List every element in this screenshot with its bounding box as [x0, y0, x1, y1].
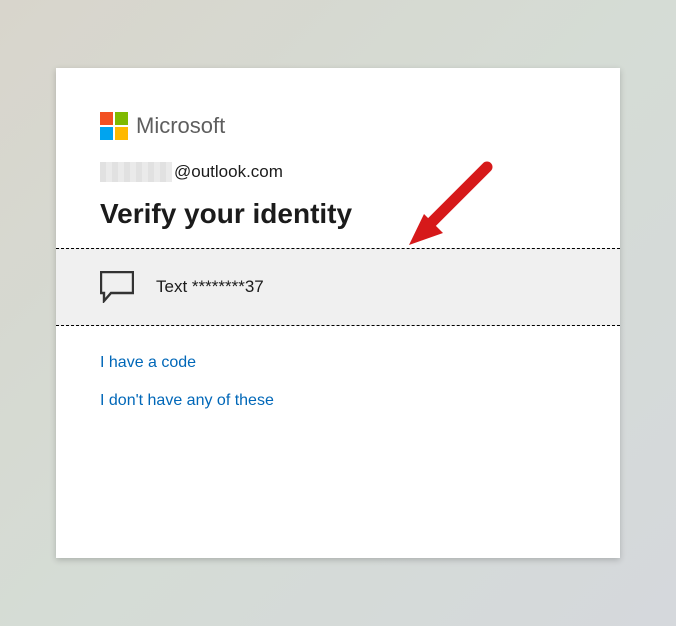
- card-header: Microsoft @outlook.com Verify your ident…: [56, 68, 620, 230]
- verify-option-text[interactable]: Text ********37: [56, 248, 620, 326]
- none-of-these-link[interactable]: I don't have any of these: [100, 392, 274, 410]
- have-code-link[interactable]: I have a code: [100, 354, 196, 372]
- brand-name: Microsoft: [136, 113, 225, 139]
- text-message-icon: [100, 271, 134, 303]
- microsoft-logo-icon: [100, 112, 128, 140]
- verify-option-label: Text ********37: [156, 277, 264, 297]
- verify-identity-card: Microsoft @outlook.com Verify your ident…: [56, 68, 620, 558]
- account-domain: @outlook.com: [174, 162, 283, 182]
- brand-row: Microsoft: [100, 112, 576, 140]
- page-title: Verify your identity: [100, 198, 576, 230]
- username-redacted: [100, 162, 172, 182]
- account-identity: @outlook.com: [100, 162, 576, 182]
- alternate-links: I have a code I don't have any of these: [56, 326, 620, 458]
